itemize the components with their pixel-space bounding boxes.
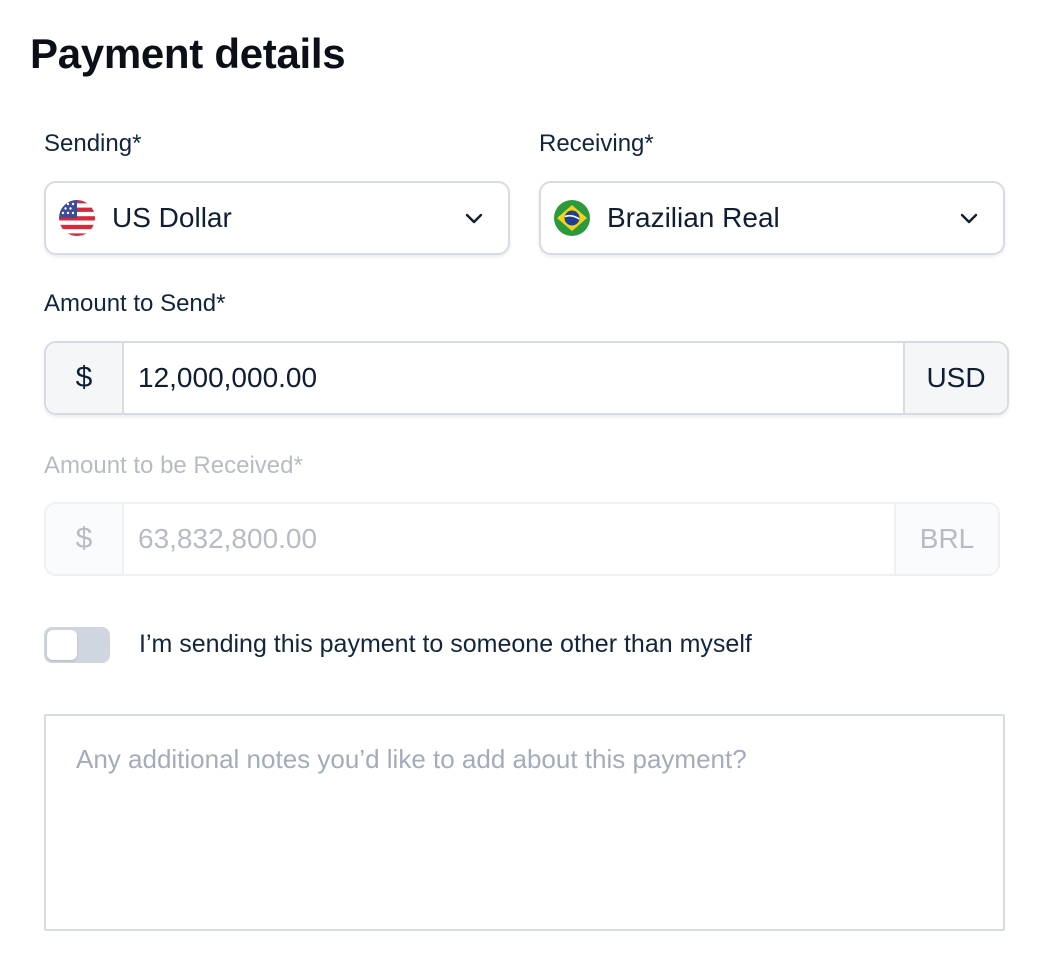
- amount-to-receive-input: 63,832,800.00: [124, 504, 894, 574]
- chevron-down-icon: [465, 213, 483, 224]
- payment-details-form: Payment details Sending* US Dollar Recei…: [0, 0, 1048, 960]
- toggle-knob: [47, 630, 77, 660]
- amount-to-send-input[interactable]: 12,000,000.00: [124, 343, 903, 413]
- sending-currency-value: US Dollar: [112, 202, 232, 233]
- currency-symbol-prefix: $: [46, 504, 124, 574]
- amount-to-receive-group: $ 63,832,800.00 BRL: [44, 502, 1000, 576]
- receiving-label: Receiving*: [539, 130, 654, 157]
- recipient-toggle[interactable]: [44, 627, 110, 663]
- page-title: Payment details: [30, 30, 346, 77]
- us-flag-icon: [59, 200, 95, 236]
- receiving-currency-select[interactable]: Brazilian Real: [539, 181, 1005, 255]
- recipient-toggle-label: I’m sending this payment to someone othe…: [139, 630, 752, 658]
- payment-notes-textarea[interactable]: [44, 714, 1005, 931]
- chevron-down-icon: [960, 213, 978, 224]
- sending-currency-select[interactable]: US Dollar: [44, 181, 510, 255]
- currency-symbol-prefix: $: [46, 343, 124, 413]
- receiving-currency-value: Brazilian Real: [607, 202, 780, 233]
- amount-to-send-group: $ 12,000,000.00 USD: [44, 341, 1009, 415]
- sending-label: Sending*: [44, 130, 142, 157]
- currency-code-suffix: USD: [903, 343, 1007, 413]
- amount-to-send-label: Amount to Send*: [44, 290, 226, 317]
- currency-code-suffix: BRL: [894, 504, 998, 574]
- amount-to-receive-label: Amount to be Received*: [44, 452, 303, 479]
- brazil-flag-icon: [554, 200, 590, 236]
